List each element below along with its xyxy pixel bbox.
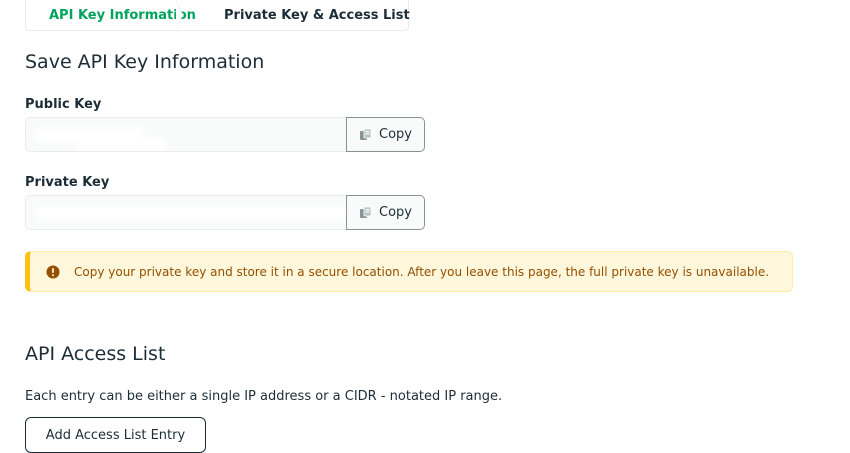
- access-list-title: API Access List: [25, 343, 166, 365]
- warning-banner: Copy your private key and store it in a …: [25, 251, 793, 292]
- copy-private-key-button[interactable]: Copy: [346, 195, 425, 230]
- step-label: API Key Information: [49, 7, 196, 23]
- copy-button-label: Copy: [379, 205, 412, 220]
- step-label: Private Key & Access List: [224, 7, 410, 23]
- step-private-key-access-list[interactable]: Private Key & Access List: [176, 0, 410, 30]
- page-title: Save API Key Information: [25, 51, 265, 73]
- copy-icon: [360, 128, 372, 140]
- public-key-label: Public Key: [25, 97, 102, 112]
- copy-button-label: Copy: [379, 127, 412, 142]
- wizard-stepper: API Key Information Private Key & Access…: [25, 0, 410, 31]
- private-key-field[interactable]: [25, 195, 346, 230]
- private-key-label: Private Key: [25, 175, 110, 190]
- copy-public-key-button[interactable]: Copy: [346, 117, 425, 152]
- copy-icon: [360, 206, 372, 218]
- step-api-key-information[interactable]: API Key Information: [26, 0, 196, 30]
- add-access-list-entry-button[interactable]: Add Access List Entry: [25, 417, 206, 453]
- access-list-description: Each entry can be either a single IP add…: [25, 389, 503, 404]
- redaction-blur: [36, 206, 346, 220]
- public-key-row: Copy: [25, 117, 425, 154]
- private-key-row: Copy: [25, 195, 425, 232]
- redaction-blur: [76, 138, 166, 150]
- warning-text: Copy your private key and store it in a …: [74, 264, 770, 279]
- warning-circle-icon: [46, 265, 60, 278]
- public-key-field[interactable]: [25, 117, 346, 152]
